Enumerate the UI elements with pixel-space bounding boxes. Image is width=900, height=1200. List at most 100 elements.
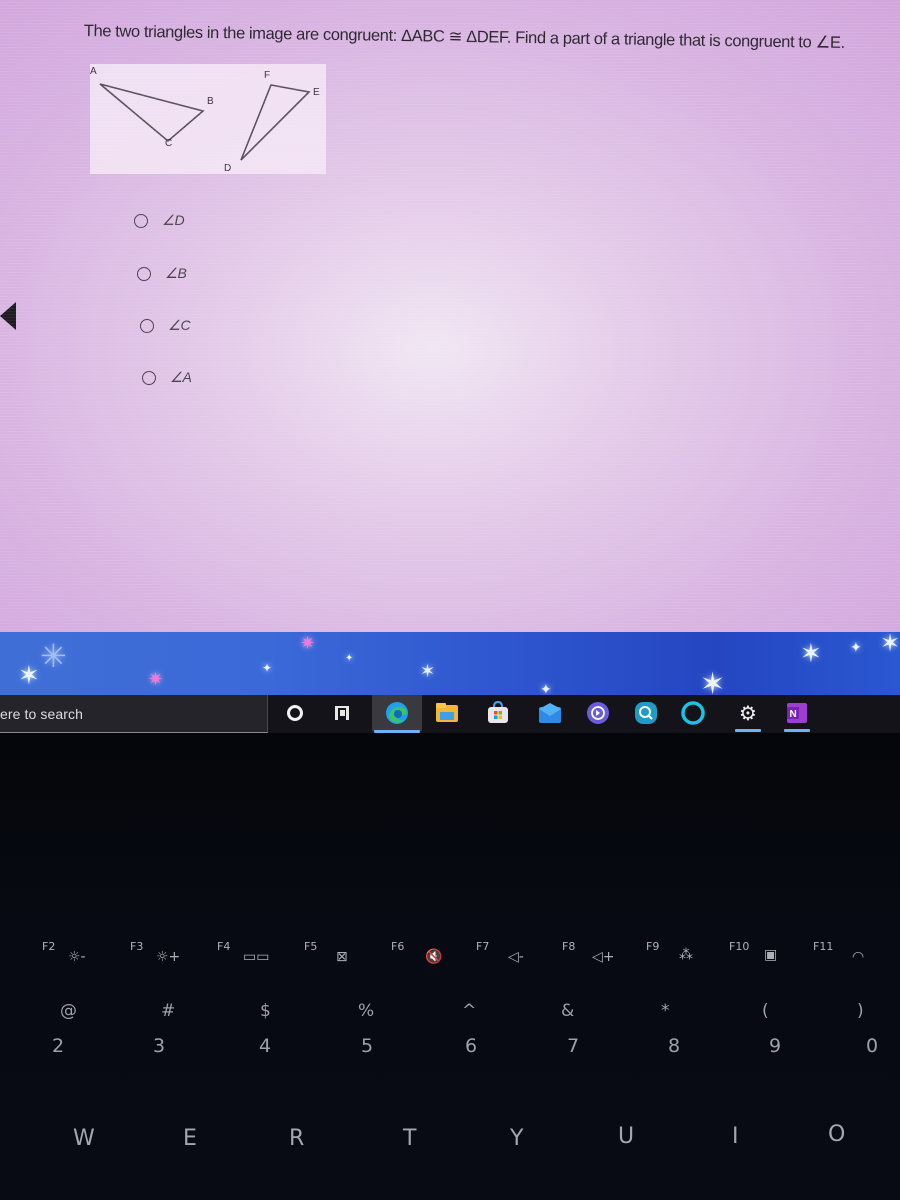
triangles-diagram: A B C D E F [90,66,320,174]
key-0[interactable]: 0 [866,1035,878,1057]
laptop-keyboard: F2 ☼- F3 ☼+ F4 ▭▭ F5 ⊠ F6 🔇 F7 ◁- F8 ◁+ … [0,733,900,1200]
sparkle-icon: ✦ [540,681,552,695]
sparkle-icon: ✦ [850,639,862,655]
key-3-shift: # [161,1001,176,1021]
key-f6[interactable]: F6 [391,940,404,953]
key-u[interactable]: U [618,1124,634,1149]
key-f9[interactable]: F9 [646,940,659,953]
key-f10[interactable]: F10 [729,940,749,953]
screen-share-icon[interactable] [583,698,613,728]
key-5[interactable]: 5 [361,1035,373,1057]
search-placeholder: ere to search [0,705,84,722]
radio-button[interactable] [137,266,151,281]
key-8-shift: * [661,1001,670,1021]
sparkle-icon: ✷ [300,633,316,653]
vertex-label-a: A [90,66,97,77]
key-7[interactable]: 7 [567,1035,579,1057]
sparkle-icon: ✦ [345,653,354,664]
sparkle-icon: ✶ [880,632,900,657]
task-view-icon[interactable] [327,698,357,728]
mail-icon[interactable] [535,698,565,728]
key-4-shift: $ [260,1001,271,1021]
quiz-screen: The two triangles in the image are congr… [0,0,900,636]
brightness-down-icon: ☼- [68,949,86,965]
triangle-def [240,84,311,161]
key-8[interactable]: 8 [668,1035,680,1057]
settings-icon[interactable]: ⚙ [733,698,763,732]
key-w[interactable]: W [73,1126,95,1151]
question-text: The two triangles in the image are congr… [83,21,845,52]
triangles-figure: A B C D E F [90,64,326,174]
edge-icon[interactable] [372,695,422,733]
taskbar-search-box[interactable]: ere to search [0,695,268,733]
key-f11[interactable]: F11 [813,940,833,953]
onenote-icon[interactable]: N [782,698,812,732]
vertex-label-e: E [313,87,320,98]
active-indicator [784,729,810,732]
key-f5[interactable]: F5 [304,940,317,953]
key-f3[interactable]: F3 [130,940,143,953]
key-9[interactable]: 9 [769,1035,781,1057]
display-switch-icon: ▭▭ [243,949,270,965]
key-3[interactable]: 3 [153,1035,165,1057]
key-0-shift: ) [857,1001,864,1021]
key-r[interactable]: R [289,1126,304,1151]
radio-button[interactable] [134,213,148,228]
file-explorer-icon[interactable] [432,698,462,728]
onenote-letter: N [790,709,797,720]
mute-icon: 🔇 [425,949,443,965]
vertex-label-f: F [264,70,270,81]
microsoft-store-icon[interactable] [483,698,513,728]
volume-up-icon: ◁+ [592,949,615,965]
key-9-shift: ( [762,1001,769,1021]
radio-button[interactable] [142,370,156,385]
option-label: ∠A [170,369,192,385]
option-label: ∠C [168,317,191,333]
windows-taskbar: ere to search ⚙ N [0,695,900,733]
option-angle-d[interactable]: ∠D [134,212,185,229]
sparkle-icon: ✶ [700,668,726,696]
key-f7[interactable]: F7 [476,940,489,953]
option-angle-a[interactable]: ∠A [142,369,192,386]
option-angle-c[interactable]: ∠C [140,317,191,334]
vertex-label-c: C [165,138,172,149]
sparkle-icon: ✦ [262,661,273,675]
radio-button[interactable] [140,318,154,333]
volume-down-icon: ◁- [508,949,524,965]
gear-glyph: ⚙ [739,701,757,725]
key-o[interactable]: O [828,1122,845,1147]
key-f4[interactable]: F4 [217,940,230,953]
key-2[interactable]: 2 [52,1035,64,1057]
key-6[interactable]: 6 [465,1035,477,1057]
option-label: ∠D [162,212,185,228]
key-f8[interactable]: F8 [562,940,575,953]
sparkle-icon: ✶ [18,660,40,690]
active-indicator [735,729,761,732]
camera-lock-icon: ▣ [764,947,778,963]
key-6-shift: ^ [462,1001,477,1021]
key-2-shift: @ [60,1001,77,1021]
sparkle-icon: ✷ [148,669,164,689]
option-angle-b[interactable]: ∠B [137,265,187,282]
key-e[interactable]: E [183,1126,197,1151]
key-f2[interactable]: F2 [42,940,55,953]
search-app-icon[interactable] [631,698,661,728]
sparkle-icon: ✳ [40,638,67,674]
vertex-label-b: B [207,96,214,107]
alexa-icon[interactable] [678,698,708,728]
back-arrow-icon[interactable] [0,302,16,330]
touchpad-toggle-icon: ⊠ [336,949,348,965]
key-y[interactable]: Y [510,1126,523,1151]
key-4[interactable]: 4 [259,1035,271,1057]
sparkle-icon: ✶ [800,638,822,668]
vertex-label-d: D [224,163,231,174]
keyboard-backlight-icon: ⁂ [679,947,693,963]
triangle-abc [99,83,205,143]
sparkle-icon: ✶ [420,661,436,681]
key-t[interactable]: T [403,1126,416,1151]
key-5-shift: % [358,1001,375,1021]
brightness-up-icon: ☼+ [156,949,181,965]
cortana-icon[interactable] [280,698,310,728]
key-i[interactable]: I [732,1124,739,1149]
performance-mode-icon: ◠ [852,949,865,965]
